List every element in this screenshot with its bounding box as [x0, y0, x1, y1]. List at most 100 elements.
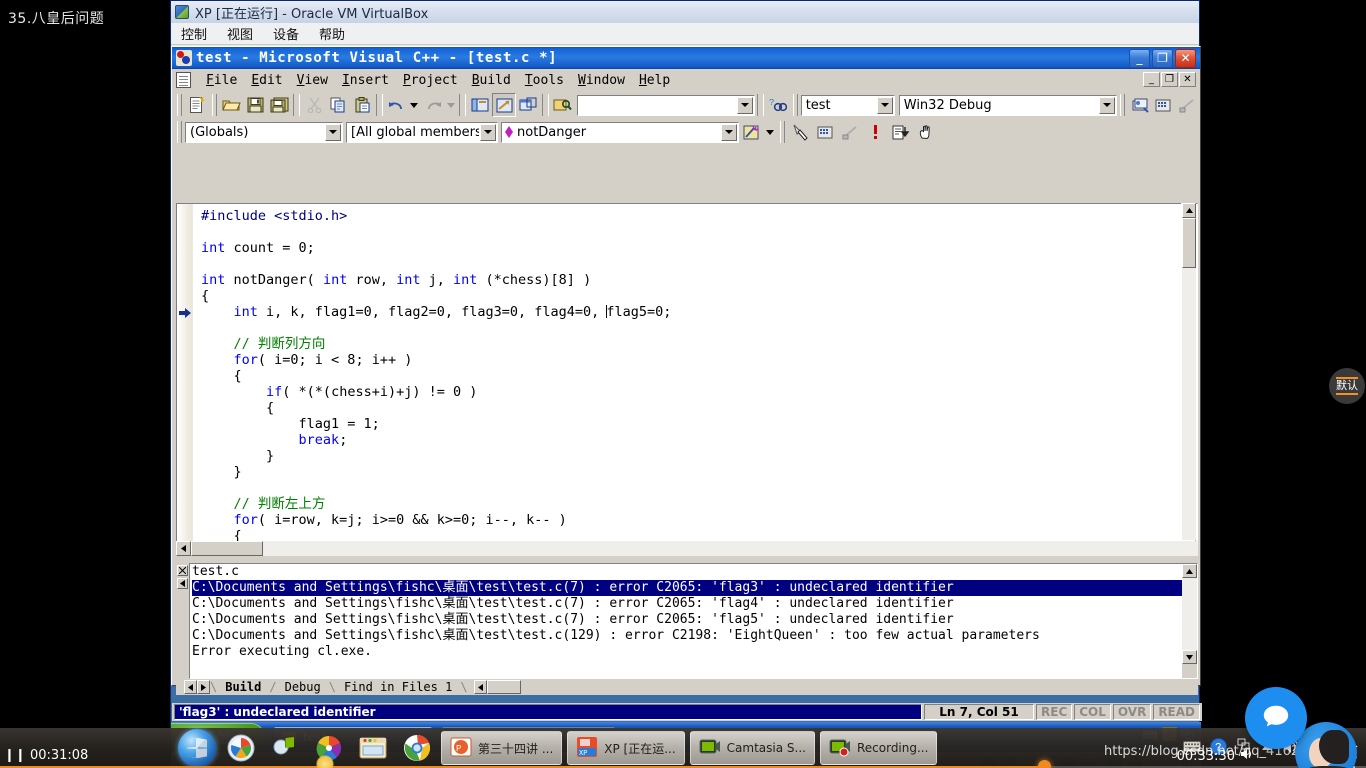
build-button[interactable] — [1152, 93, 1176, 117]
mdi-restore-button[interactable]: ❐ — [1161, 72, 1178, 87]
wizard-magic-button[interactable] — [739, 120, 764, 144]
start-orb-button[interactable] — [178, 729, 216, 767]
code-line[interactable] — [201, 224, 1197, 240]
toolbar-grip-2[interactable] — [211, 94, 217, 116]
class-combo[interactable]: (Globals) — [185, 121, 343, 143]
new-file-button[interactable] — [185, 93, 209, 117]
undo-button[interactable] — [385, 93, 409, 117]
output-scroll-up-button[interactable] — [1182, 564, 1197, 578]
output-line[interactable]: C:\Documents and Settings\fishc\桌面\test\… — [192, 628, 1197, 644]
chevron-down-icon-2[interactable] — [876, 96, 893, 114]
code-line[interactable]: for( i=0; i < 8; i++ ) — [201, 352, 1197, 368]
wizard-dropdown-button[interactable] — [764, 120, 777, 144]
code-editor[interactable]: #include <stdio.h> int count = 0; int no… — [176, 203, 1198, 555]
pinned-notepad[interactable] — [354, 730, 392, 766]
menu-project[interactable]: Project — [396, 71, 465, 90]
tab-scroll-right-button[interactable] — [197, 680, 210, 694]
code-line[interactable] — [201, 480, 1197, 496]
filter-combo[interactable]: [All global members] — [346, 121, 498, 143]
menu-edit[interactable]: Edit — [244, 71, 289, 90]
chevron-down-icon-4[interactable] — [325, 123, 341, 141]
code-line[interactable]: #include <stdio.h> — [201, 208, 1197, 224]
close-button[interactable]: ✕ — [1175, 48, 1196, 68]
code-line[interactable]: { — [201, 288, 1197, 304]
taskbar-button-recording[interactable]: Recording... — [819, 731, 938, 765]
menu-view[interactable]: View — [290, 71, 335, 90]
output-scroll-track[interactable] — [1182, 578, 1197, 650]
taskbar-button-powerpoint[interactable]: P 第三十四讲 ... — [441, 731, 563, 765]
find-combo[interactable] — [576, 94, 756, 116]
selection-margin[interactable] — [177, 204, 193, 554]
tab-strip-thumb[interactable] — [486, 680, 521, 694]
code-line[interactable] — [201, 320, 1197, 336]
editor-vertical-scrollbar[interactable] — [1181, 203, 1196, 555]
goto-next-error-button[interactable] — [888, 120, 913, 144]
cut-button[interactable] — [302, 93, 326, 117]
editor-scroll-thumb[interactable] — [1182, 218, 1196, 268]
tab-build[interactable]: Build — [217, 680, 269, 694]
chevron-down-icon-6[interactable] — [721, 123, 737, 141]
output-scroll-left-button[interactable] — [177, 578, 188, 589]
redo-button[interactable] — [421, 93, 445, 117]
output-scroll-down-button[interactable] — [1182, 650, 1197, 664]
chevron-down-icon[interactable] — [737, 96, 754, 114]
open-file-button[interactable] — [220, 93, 244, 117]
output-close-button[interactable] — [177, 565, 188, 576]
code-line[interactable]: // 判断列方向 — [201, 336, 1197, 352]
debug-toolbar-grip[interactable] — [780, 121, 785, 143]
code-line[interactable]: for( i=row, k=j; i>=0 && k>=0; i--, k-- … — [201, 512, 1197, 528]
code-line[interactable]: int notDanger( int row, int j, int (*che… — [201, 272, 1197, 288]
save-all-button[interactable] — [268, 93, 292, 117]
active-project-combo[interactable]: test — [800, 94, 895, 116]
vbox-menu-view[interactable]: 视图 — [227, 24, 253, 43]
vc-titlebar[interactable]: test - Microsoft Visual C++ - [test.c *]… — [172, 47, 1200, 69]
menu-help[interactable]: Help — [632, 71, 677, 90]
editor-hscroll-thumb[interactable] — [191, 541, 263, 556]
code-line[interactable]: } — [201, 448, 1197, 464]
code-line[interactable]: { — [201, 368, 1197, 384]
code-line[interactable]: int i, k, flag1=0, flag2=0, flag3=0, fla… — [201, 304, 1197, 320]
toolbar-grip-4[interactable] — [1120, 94, 1126, 116]
code-text-area[interactable]: #include <stdio.h> int count = 0; int no… — [193, 204, 1197, 554]
virtualbox-menubar[interactable]: 控制 视图 设备 帮助 — [171, 23, 1199, 45]
tab-nav-extra-button[interactable] — [473, 680, 487, 694]
window-list-button[interactable] — [516, 93, 540, 117]
undo-dropdown-button[interactable] — [409, 93, 421, 117]
stop-button-2[interactable] — [838, 120, 863, 144]
find-help-button[interactable]: ? — [766, 93, 790, 117]
menu-build[interactable]: Build — [465, 71, 518, 90]
copy-button[interactable] — [326, 93, 350, 117]
menu-tools[interactable]: Tools — [518, 71, 571, 90]
quality-badge[interactable]: 默认 — [1329, 368, 1365, 404]
code-line[interactable]: flag1 = 1; — [201, 416, 1197, 432]
output-vertical-scrollbar[interactable] — [1182, 564, 1197, 678]
mdi-close-button[interactable]: ✕ — [1179, 72, 1196, 87]
tab-scroll-left-button[interactable] — [184, 680, 197, 694]
restore-button[interactable]: ❐ — [1152, 48, 1173, 68]
vbox-menu-help[interactable]: 帮助 — [319, 24, 345, 43]
error-marker-button[interactable] — [863, 120, 888, 144]
vbox-menu-devices[interactable]: 设备 — [273, 24, 299, 43]
pinned-media-player[interactable] — [222, 730, 260, 766]
menu-file[interactable]: File — [199, 71, 244, 90]
pinned-chrome[interactable] — [398, 730, 436, 766]
tab-find-in-files-1[interactable]: Find in Files 1 — [336, 680, 460, 694]
hand-tool-button[interactable] — [913, 120, 938, 144]
compile-button[interactable] — [1128, 93, 1152, 117]
find-in-files-button[interactable] — [551, 93, 575, 117]
wizardbar-grip[interactable] — [177, 121, 182, 143]
code-line[interactable]: { — [201, 400, 1197, 416]
code-line[interactable]: if( *(*(chess+i)+j) != 0 ) — [201, 384, 1197, 400]
vbox-menu-control[interactable]: 控制 — [181, 24, 207, 43]
chevron-down-icon-3[interactable] — [1099, 96, 1116, 114]
menu-insert[interactable]: Insert — [335, 71, 396, 90]
editor-hscroll-track[interactable] — [263, 541, 1198, 556]
member-combo[interactable]: notDanger — [501, 121, 739, 143]
output-line[interactable]: C:\Documents and Settings\fishc\桌面\test\… — [192, 612, 1197, 628]
scroll-up-button[interactable] — [1182, 203, 1196, 218]
active-config-combo[interactable]: Win32 Debug — [898, 94, 1118, 116]
editor-horizontal-scrollbar[interactable] — [176, 541, 1198, 556]
compile-button-2[interactable] — [813, 120, 838, 144]
redo-dropdown-button[interactable] — [445, 93, 457, 117]
mdi-minimize-button[interactable]: _ — [1143, 72, 1160, 87]
